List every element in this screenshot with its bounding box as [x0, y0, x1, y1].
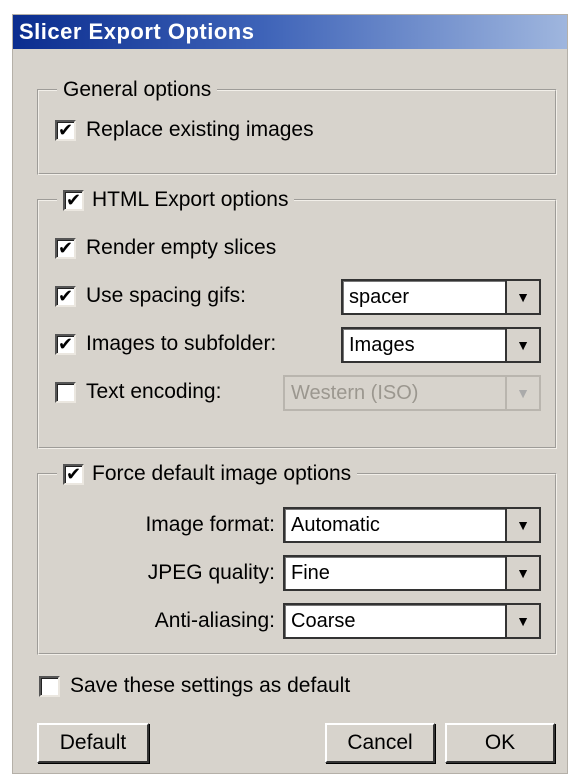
- text-encoding-value: Western (ISO): [291, 381, 419, 404]
- title-bar: Slicer Export Options: [13, 15, 567, 49]
- render-empty-label: Render empty slices: [86, 236, 277, 259]
- jpeg-quality-value: Fine: [291, 561, 330, 584]
- subfolder-value: Images: [349, 333, 415, 356]
- general-options-legend: General options: [57, 77, 218, 103]
- chevron-down-icon[interactable]: ▼: [505, 329, 539, 361]
- html-export-legend[interactable]: ✔ HTML Export options: [57, 187, 295, 213]
- slicer-export-dialog: Slicer Export Options General options ✔ …: [12, 14, 568, 774]
- jpeg-quality-label: JPEG quality:: [147, 561, 275, 584]
- spacing-gifs-label: Use spacing gifs:: [86, 284, 246, 307]
- general-options-group: General options ✔ Replace existing image…: [37, 77, 557, 175]
- save-default-label: Save these settings as default: [70, 674, 351, 697]
- subfolder-select[interactable]: Images ▼: [341, 327, 541, 363]
- save-default-option[interactable]: Save these settings as default: [39, 671, 350, 701]
- html-export-group: ✔ HTML Export options ✔ Render empty sli…: [37, 187, 557, 449]
- replace-images-checkbox[interactable]: ✔: [55, 119, 76, 141]
- render-empty-option[interactable]: ✔ Render empty slices: [55, 233, 276, 263]
- subfolder-option[interactable]: ✔ Images to subfolder:: [55, 329, 276, 359]
- save-default-checkbox[interactable]: [39, 675, 60, 697]
- html-export-checkbox[interactable]: ✔: [63, 189, 84, 211]
- ok-button[interactable]: OK: [445, 723, 555, 763]
- image-format-label: Image format:: [145, 513, 275, 536]
- text-encoding-label: Text encoding:: [86, 380, 222, 403]
- subfolder-checkbox[interactable]: ✔: [55, 333, 76, 355]
- spacing-gifs-select[interactable]: spacer ▼: [341, 279, 541, 315]
- force-default-checkbox[interactable]: ✔: [63, 463, 84, 485]
- replace-images-label: Replace existing images: [86, 118, 314, 141]
- replace-images-option[interactable]: ✔ Replace existing images: [55, 115, 314, 145]
- jpeg-quality-select[interactable]: Fine ▼: [283, 555, 541, 591]
- spacing-gifs-option[interactable]: ✔ Use spacing gifs:: [55, 281, 246, 311]
- image-format-select[interactable]: Automatic ▼: [283, 507, 541, 543]
- anti-aliasing-label: Anti-aliasing:: [154, 609, 275, 632]
- chevron-down-icon[interactable]: ▼: [505, 605, 539, 637]
- spacing-gifs-value: spacer: [349, 285, 410, 308]
- text-encoding-select: Western (ISO) ▼: [283, 375, 541, 411]
- default-button[interactable]: Default: [37, 723, 149, 763]
- anti-aliasing-select[interactable]: Coarse ▼: [283, 603, 541, 639]
- chevron-down-icon[interactable]: ▼: [505, 281, 539, 313]
- html-export-label: HTML Export options: [92, 188, 289, 211]
- text-encoding-option[interactable]: Text encoding:: [55, 377, 221, 407]
- force-default-group: ✔ Force default image options Image form…: [37, 461, 557, 655]
- force-default-label: Force default image options: [92, 462, 352, 485]
- image-format-value: Automatic: [291, 513, 380, 536]
- chevron-down-icon[interactable]: ▼: [505, 557, 539, 589]
- subfolder-label: Images to subfolder:: [86, 332, 277, 355]
- chevron-down-icon: ▼: [505, 377, 539, 409]
- text-encoding-checkbox[interactable]: [55, 381, 76, 403]
- render-empty-checkbox[interactable]: ✔: [55, 237, 76, 259]
- anti-aliasing-value: Coarse: [291, 609, 356, 632]
- chevron-down-icon[interactable]: ▼: [505, 509, 539, 541]
- spacing-gifs-checkbox[interactable]: ✔: [55, 285, 76, 307]
- force-default-legend[interactable]: ✔ Force default image options: [57, 461, 358, 487]
- cancel-button[interactable]: Cancel: [325, 723, 435, 763]
